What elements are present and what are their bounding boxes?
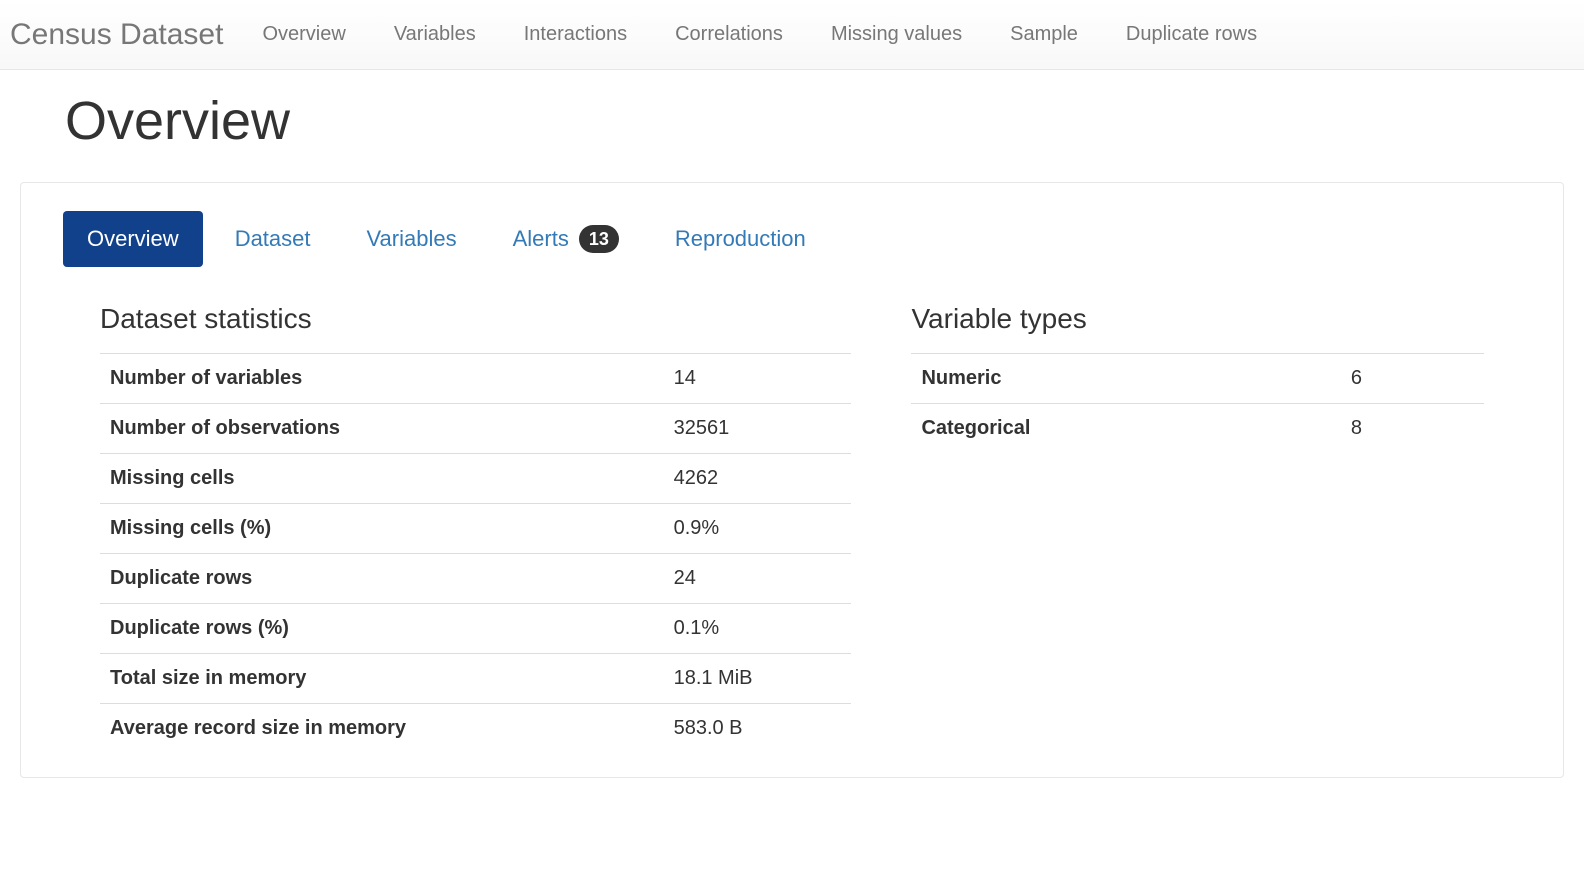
- stat-label: Numeric: [911, 354, 1340, 404]
- stat-value: 583.0 B: [664, 704, 852, 754]
- table-row: Categorical 8: [911, 404, 1484, 454]
- nav-items: Overview Variables Interactions Correlat…: [238, 1, 1281, 68]
- nav-item-sample[interactable]: Sample: [986, 1, 1102, 68]
- nav-item-interactions[interactable]: Interactions: [500, 1, 651, 68]
- nav-item-variables[interactable]: Variables: [370, 1, 500, 68]
- stat-value: 0.9%: [664, 504, 852, 554]
- dataset-statistics-title: Dataset statistics: [100, 303, 851, 335]
- navbar-brand[interactable]: Census Dataset: [10, 18, 238, 52]
- nav-item-overview[interactable]: Overview: [238, 1, 369, 68]
- variable-types-column: Variable types Numeric 6 Categorical 8: [911, 303, 1484, 753]
- table-row: Missing cells (%) 0.9%: [100, 504, 851, 554]
- stat-label: Duplicate rows: [100, 554, 664, 604]
- stat-value: 0.1%: [664, 604, 852, 654]
- table-row: Duplicate rows (%) 0.1%: [100, 604, 851, 654]
- tab-label: Variables: [367, 226, 457, 252]
- stat-value: 8: [1341, 404, 1484, 454]
- table-row: Number of variables 14: [100, 354, 851, 404]
- stat-value: 32561: [664, 404, 852, 454]
- stat-value: 14: [664, 354, 852, 404]
- variable-types-table: Numeric 6 Categorical 8: [911, 353, 1484, 453]
- navbar: Census Dataset Overview Variables Intera…: [0, 0, 1584, 70]
- table-row: Average record size in memory 583.0 B: [100, 704, 851, 754]
- stat-label: Total size in memory: [100, 654, 664, 704]
- stat-value: 4262: [664, 454, 852, 504]
- stat-label: Number of observations: [100, 404, 664, 454]
- stat-value: 6: [1341, 354, 1484, 404]
- stat-label: Missing cells: [100, 454, 664, 504]
- table-row: Number of observations 32561: [100, 404, 851, 454]
- table-row: Total size in memory 18.1 MiB: [100, 654, 851, 704]
- tab-label: Dataset: [235, 226, 311, 252]
- tab-overview[interactable]: Overview: [63, 211, 203, 267]
- dataset-statistics-column: Dataset statistics Number of variables 1…: [100, 303, 851, 753]
- tab-dataset[interactable]: Dataset: [211, 211, 335, 267]
- tab-variables[interactable]: Variables: [343, 211, 481, 267]
- stat-label: Categorical: [911, 404, 1340, 454]
- nav-item-missing-values[interactable]: Missing values: [807, 1, 986, 68]
- page-title: Overview: [65, 90, 1584, 152]
- content-box: Overview Dataset Variables Alerts 13 Rep…: [20, 182, 1564, 778]
- stat-label: Average record size in memory: [100, 704, 664, 754]
- table-row: Missing cells 4262: [100, 454, 851, 504]
- tab-alerts[interactable]: Alerts 13: [489, 211, 643, 267]
- nav-item-duplicate-rows[interactable]: Duplicate rows: [1102, 1, 1281, 68]
- stat-label: Missing cells (%): [100, 504, 664, 554]
- tab-label: Overview: [87, 226, 179, 252]
- variable-types-title: Variable types: [911, 303, 1484, 335]
- tab-label: Reproduction: [675, 226, 806, 252]
- nav-item-correlations[interactable]: Correlations: [651, 1, 807, 68]
- table-row: Numeric 6: [911, 354, 1484, 404]
- overview-columns: Dataset statistics Number of variables 1…: [45, 303, 1539, 753]
- stat-label: Number of variables: [100, 354, 664, 404]
- stat-value: 24: [664, 554, 852, 604]
- alerts-badge: 13: [579, 225, 619, 253]
- tab-reproduction[interactable]: Reproduction: [651, 211, 830, 267]
- table-row: Duplicate rows 24: [100, 554, 851, 604]
- tabs: Overview Dataset Variables Alerts 13 Rep…: [63, 211, 1539, 267]
- stat-label: Duplicate rows (%): [100, 604, 664, 654]
- stat-value: 18.1 MiB: [664, 654, 852, 704]
- tab-label: Alerts: [513, 226, 569, 252]
- dataset-statistics-table: Number of variables 14 Number of observa…: [100, 353, 851, 753]
